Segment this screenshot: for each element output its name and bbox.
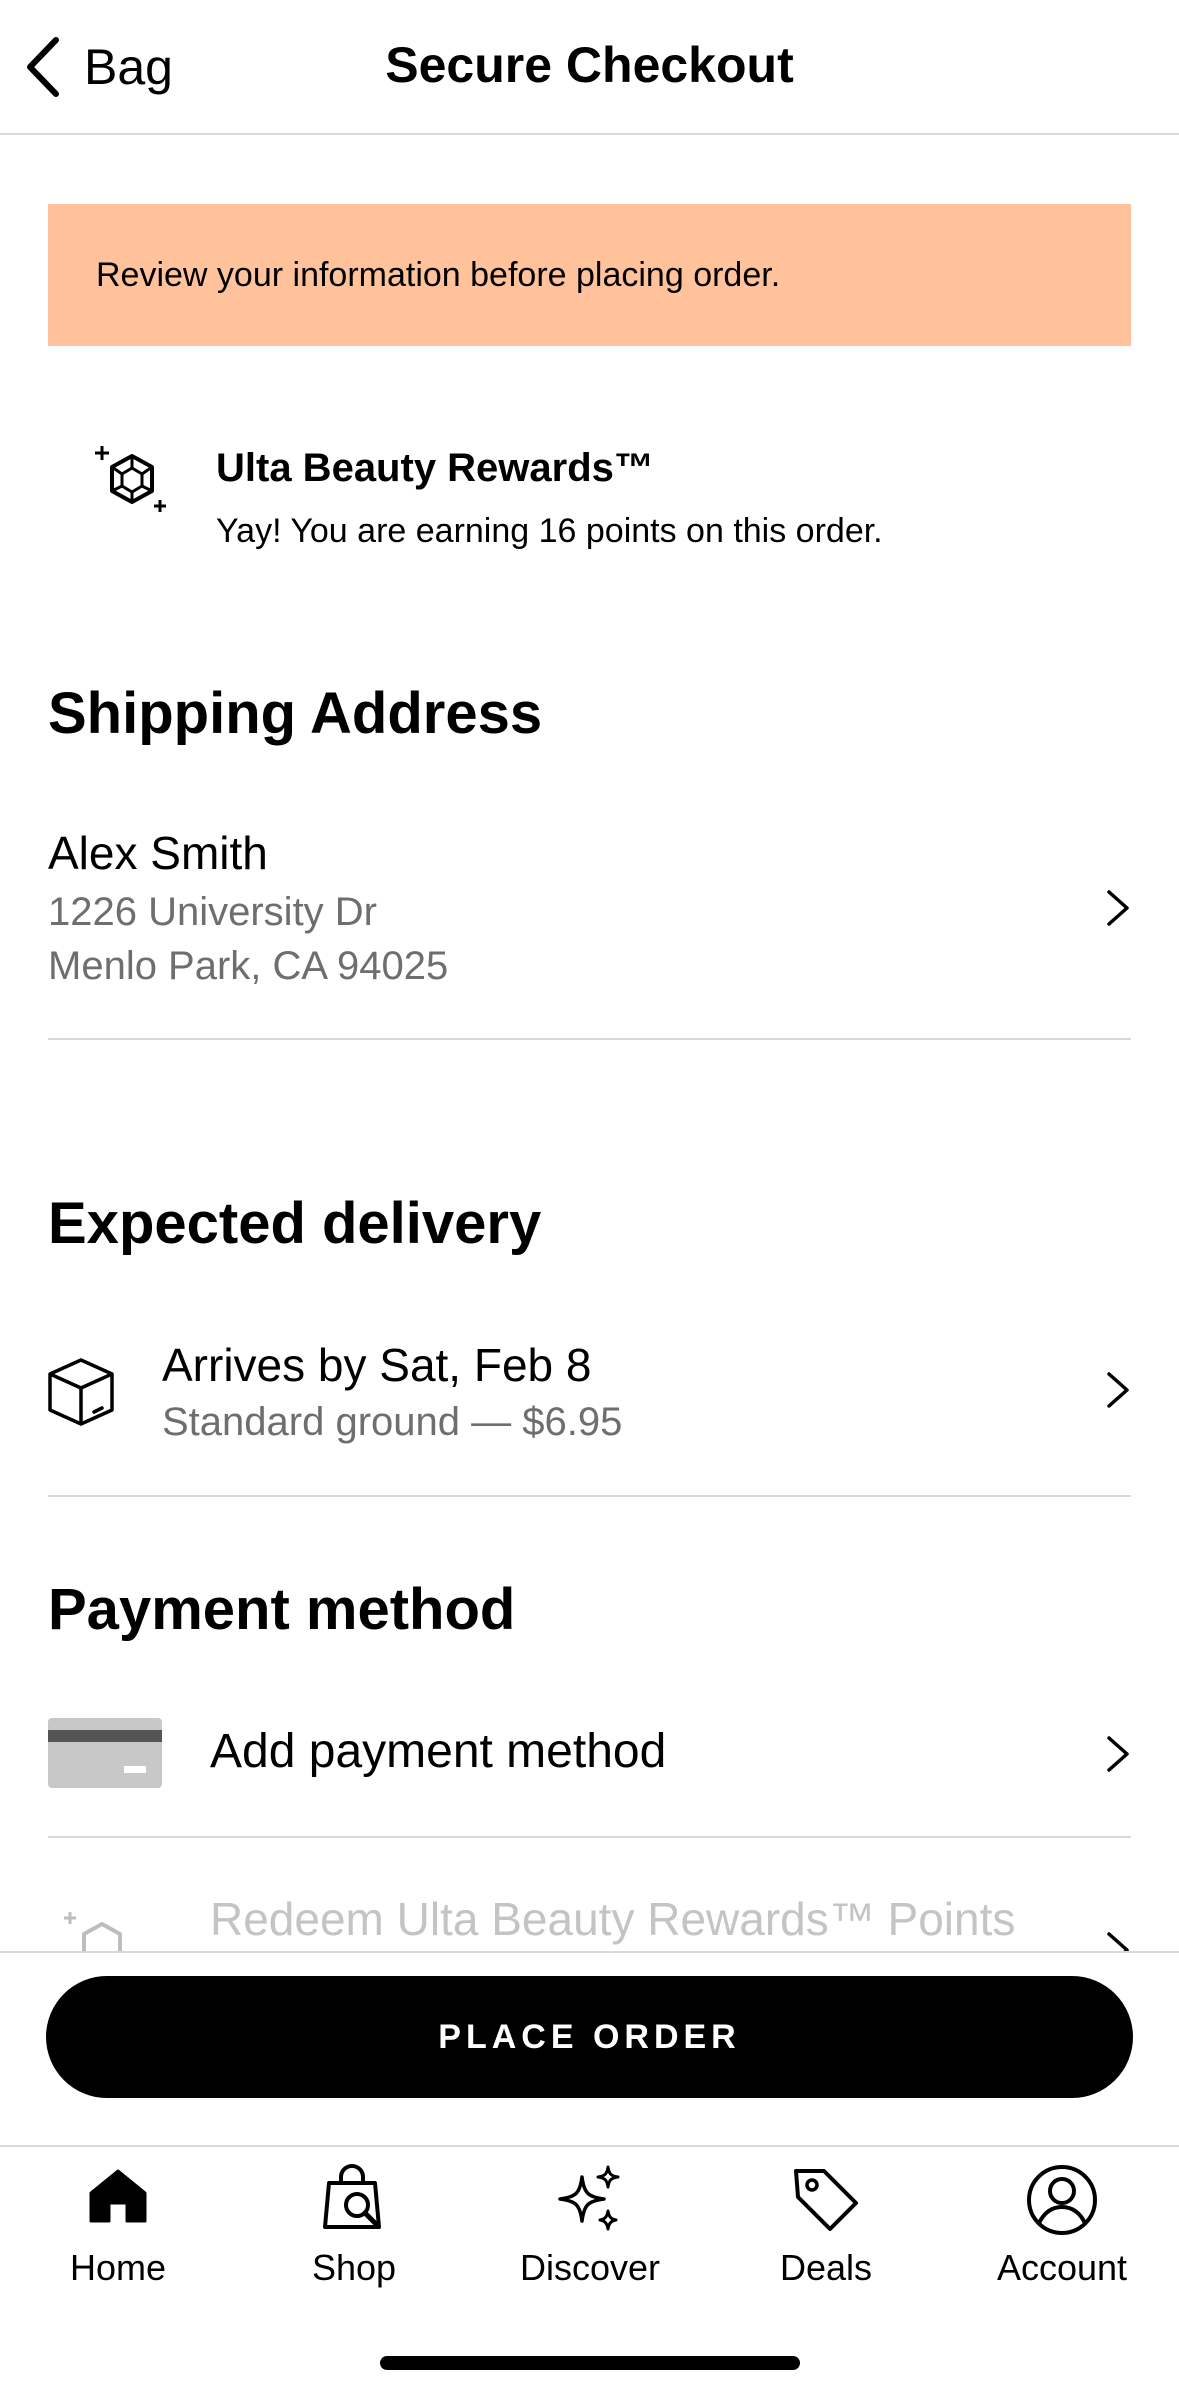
rewards-points-message: Yay! You are earning 16 points on this o…: [216, 512, 883, 550]
credit-card-icon: [48, 1718, 162, 1788]
shipping-address-heading: Shipping Address: [48, 681, 543, 746]
sparkles-icon: [558, 2165, 620, 2231]
top-nav-bar: Bag Secure Checkout: [0, 0, 1179, 135]
redeem-rewards-label: Redeem Ulta Beauty Rewards™ Points: [210, 1893, 1016, 1945]
rewards-title: Ulta Beauty Rewards™: [216, 446, 654, 490]
tab-deals[interactable]: Deals: [708, 2147, 944, 2327]
place-order-bar: PLACE ORDER: [0, 1951, 1179, 2147]
divider: [48, 1836, 1131, 1838]
tab-home[interactable]: Home: [0, 2147, 236, 2327]
add-payment-method-label: Add payment method: [210, 1725, 667, 1778]
shipping-address-line2: Menlo Park, CA 94025: [48, 944, 449, 988]
user-circle-icon: [1027, 2165, 1097, 2235]
tab-account[interactable]: Account: [944, 2147, 1179, 2327]
place-order-button[interactable]: PLACE ORDER: [46, 1976, 1133, 2098]
package-icon: [48, 1358, 114, 1426]
chevron-right-icon: [1107, 1736, 1129, 1772]
review-info-banner: Review your information before placing o…: [48, 204, 1131, 346]
expected-delivery-heading: Expected delivery: [48, 1191, 542, 1256]
banner-text: Review your information before placing o…: [96, 255, 781, 294]
delivery-method: Standard ground — $6.95: [162, 1400, 623, 1444]
chevron-right-icon: [1107, 890, 1129, 926]
delivery-arrival-date: Arrives by Sat, Feb 8: [162, 1339, 592, 1391]
home-indicator: [380, 2356, 800, 2370]
tab-deals-label: Deals: [779, 2247, 873, 2288]
shipping-name: Alex Smith: [48, 827, 268, 879]
tab-home-label: Home: [69, 2247, 167, 2288]
home-icon: [89, 2169, 147, 2223]
tag-icon: [794, 2169, 858, 2231]
tab-shop-label: Shop: [311, 2247, 397, 2288]
divider: [48, 1038, 1131, 1040]
tab-account-label: Account: [996, 2247, 1128, 2288]
tab-shop[interactable]: Shop: [236, 2147, 472, 2327]
tab-discover[interactable]: Discover: [472, 2147, 708, 2327]
chevron-right-icon: [1107, 1372, 1129, 1408]
tab-discover-label: Discover: [519, 2247, 661, 2288]
payment-method-heading: Payment method: [48, 1577, 516, 1642]
shopping-bag-search-icon: [323, 2164, 381, 2229]
divider: [48, 1495, 1131, 1497]
page-title: Secure Checkout: [385, 37, 794, 93]
gem-sparkle-icon: [95, 446, 166, 512]
shipping-address-line1: 1226 University Dr: [48, 890, 378, 934]
